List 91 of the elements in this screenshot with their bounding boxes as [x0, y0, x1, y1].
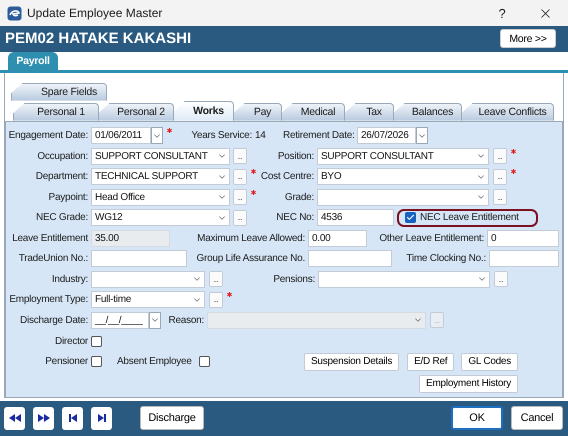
field-label: Employment Type: — [8, 294, 89, 306]
tab[interactable]: Works — [173, 100, 234, 121]
field-label: Years Service: — [190, 130, 253, 142]
date-field[interactable]: __/__/____ — [91, 312, 149, 329]
fast-forward-icon — [38, 414, 50, 422]
suspension-details-button[interactable]: Suspension Details — [304, 352, 400, 371]
lookup-button[interactable]: .. — [233, 148, 247, 164]
tab[interactable]: Balances — [393, 102, 462, 121]
field-label: Retirement Date: — [283, 130, 356, 142]
occupation-dropdown[interactable]: SUPPORT CONSULTANT — [91, 148, 230, 165]
tab[interactable]: Tax — [344, 102, 394, 121]
tab[interactable]: Leave Conflicts — [461, 102, 554, 121]
lookup-button[interactable]: .. — [209, 271, 223, 288]
field-label: Absent Employee — [117, 356, 193, 368]
discharge-button[interactable]: Discharge — [140, 406, 204, 430]
field-label: Group Life Assurance No. — [195, 253, 306, 264]
trade-union-field[interactable] — [91, 250, 187, 268]
lookup-button[interactable]: .. — [493, 189, 507, 206]
field-label: Position: — [276, 150, 315, 162]
field-label: Paypoint: — [48, 192, 89, 203]
rewind-icon — [8, 414, 20, 422]
other-leave-field[interactable]: 0 — [487, 230, 559, 247]
help-button[interactable]: ? — [482, 0, 522, 26]
nec-grade-dropdown[interactable]: WG12 — [91, 209, 230, 226]
field-label: Reason: — [168, 314, 205, 326]
app-icon — [7, 6, 22, 20]
cost-centre-dropdown[interactable]: BYO — [317, 168, 489, 186]
check-icon — [406, 213, 415, 222]
tab[interactable]: Spare Fields — [11, 82, 107, 101]
first-record-button[interactable] — [62, 406, 83, 430]
checkbox[interactable] — [198, 356, 210, 368]
lookup-button[interactable]: .. — [233, 168, 247, 185]
tab[interactable]: Personal 2 — [98, 102, 174, 121]
lookup-button[interactable]: .. — [493, 168, 507, 185]
ed-ref-button[interactable]: E/D Ref — [407, 352, 454, 371]
last-record-button[interactable] — [91, 406, 112, 430]
lookup-button[interactable]: .. — [493, 148, 507, 164]
paypoint-dropdown[interactable]: Head Office — [91, 188, 230, 206]
cancel-button[interactable]: Cancel — [511, 406, 563, 430]
field-label: Grade: — [284, 192, 315, 203]
date-dropdown-button[interactable] — [151, 127, 163, 144]
maximum-leave-field[interactable]: 0.00 — [308, 230, 367, 247]
checkbox[interactable] — [405, 212, 416, 224]
field-label: Maximum Leave Allowed: — [196, 232, 306, 244]
ok-button[interactable]: OK — [451, 406, 503, 430]
field-label: Cost Centre: — [260, 171, 315, 182]
department-dropdown[interactable]: TECHNICAL SUPPORT — [91, 168, 230, 186]
lookup-button[interactable]: .. — [233, 210, 247, 226]
field-label: Other Leave Entitlement: — [378, 232, 485, 244]
tab[interactable]: Pay — [233, 102, 282, 121]
date-field[interactable]: 01/06/2011 — [91, 127, 151, 144]
checkbox-label: NEC Leave Entitlement — [420, 212, 520, 224]
fast-forward-button[interactable] — [33, 406, 54, 430]
field-label: Department: — [34, 171, 89, 182]
skip-forward-icon — [96, 414, 108, 422]
lookup-button[interactable]: .. — [209, 292, 223, 308]
field-label: Pensions: — [272, 274, 316, 285]
field-label: Occupation: — [36, 150, 89, 162]
tab[interactable]: Personal 1 — [13, 102, 99, 121]
more-button[interactable]: More >> — [500, 29, 556, 48]
nec-no-field[interactable]: 4536 — [317, 209, 394, 226]
employment-history-button[interactable]: Employment History — [419, 374, 518, 393]
field-label: Time Clocking No.: — [405, 253, 487, 264]
field-label: Pensioner — [44, 356, 89, 368]
skip-back-icon — [66, 414, 78, 422]
field-label: NEC Grade: — [35, 212, 89, 224]
checkbox[interactable] — [91, 336, 102, 348]
field-label: Director — [54, 336, 89, 348]
checkbox[interactable] — [91, 356, 102, 368]
years-service-value: 14 — [255, 130, 267, 142]
date-dropdown-button[interactable] — [416, 127, 428, 144]
window-title: Update Employee Master — [27, 6, 164, 20]
field-label: Industry: — [50, 274, 89, 285]
field-label: TradeUnion No.: — [18, 253, 89, 264]
lookup-button[interactable]: .. — [233, 189, 247, 206]
tab[interactable]: Medical — [281, 102, 345, 121]
position-dropdown[interactable]: SUPPORT CONSULTANT — [317, 148, 489, 165]
rewind-button[interactable] — [4, 406, 25, 430]
field-label: Engagement Date: — [8, 130, 89, 142]
field-label: Leave Entitlement — [11, 232, 90, 244]
lookup-button[interactable]: .. — [494, 271, 508, 288]
employment-type-dropdown[interactable]: Full-time — [91, 291, 205, 308]
module-tab[interactable]: Payroll — [8, 52, 58, 70]
gl-codes-button[interactable]: GL Codes — [461, 352, 518, 371]
date-dropdown-button[interactable] — [149, 312, 161, 329]
field-label: NEC No: — [275, 212, 315, 224]
field-label: Discharge Date: — [19, 314, 89, 326]
time-clocking-field[interactable] — [489, 250, 559, 268]
date-field[interactable]: 26/07/2026 — [357, 127, 416, 144]
employee-title: PEM02 HATAKE KAKASHI — [5, 30, 192, 48]
group-life-field[interactable] — [308, 250, 392, 268]
